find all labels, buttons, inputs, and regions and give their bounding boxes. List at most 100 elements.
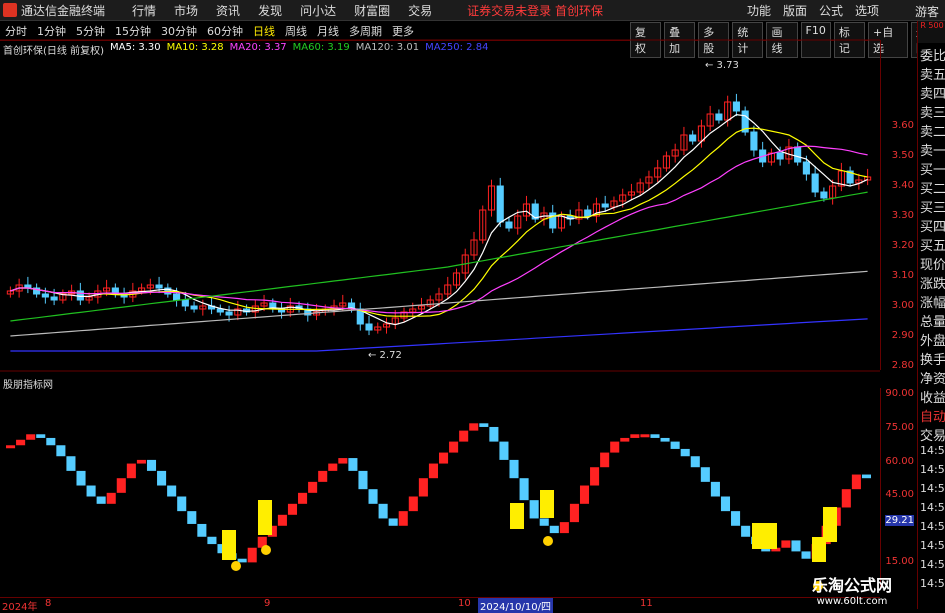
indicator-bar: [126, 463, 136, 479]
indicator-bar: [569, 503, 579, 523]
indicator-bar: [539, 518, 549, 526]
indicator-bar: [46, 437, 56, 446]
price-tick: 3.30: [891, 210, 914, 221]
indicator-bar: [610, 441, 620, 453]
candle-body: [794, 146, 802, 163]
indicator-bar: [177, 496, 187, 512]
indicator-bar: [690, 456, 700, 468]
indicator-bar: [358, 470, 368, 490]
indicator-axis: 90.00 75.00 60.00 45.00 29.21 15.00: [880, 388, 917, 588]
smiley-icon: [231, 561, 241, 571]
candle-body: [505, 221, 513, 229]
indicator-bar: [449, 441, 459, 453]
indicator-bar: [600, 452, 610, 468]
ma250-line: [10, 318, 868, 352]
indicator-bar: [851, 474, 861, 490]
indicator-bar: [277, 514, 287, 526]
indicator-bar: [559, 522, 569, 534]
side-item: 卖三: [920, 106, 945, 121]
ind-tick: 45.00: [885, 489, 914, 500]
kline-chart[interactable]: ← 3.73 ← 2.72: [0, 0, 880, 597]
indicator-bar: [700, 467, 710, 482]
date-axis: 2024年 8 9 10 2024/10/10/四 11: [0, 597, 880, 613]
side-item: 现价: [920, 258, 945, 273]
signal-bar: [258, 500, 272, 535]
indicator-bar: [670, 441, 680, 449]
candle-body: [50, 296, 58, 301]
side-item: 14:56: [920, 501, 945, 514]
candle-body: [549, 212, 557, 229]
date-cursor-label: 2024/10/10/四: [478, 598, 554, 613]
price-axis: 3.60 3.50 3.40 3.30 3.20 3.10 3.00 2.90 …: [880, 40, 917, 371]
indicator-bar: [801, 551, 811, 559]
indicator-bar: [6, 445, 16, 449]
indicator-bar: [509, 459, 519, 479]
candle-body: [689, 134, 697, 142]
date-label: 2024年: [2, 602, 38, 613]
side-item: 委比: [920, 49, 945, 64]
low-annotation: ← 2.72: [368, 350, 402, 361]
side-item: 总量: [920, 315, 945, 330]
indicator-bar: [841, 489, 851, 508]
candle-body: [41, 293, 49, 298]
date-label: 9: [264, 598, 271, 609]
indicator-bar: [590, 467, 600, 486]
ind-current-value: 29.21: [885, 515, 914, 526]
candle-body: [173, 293, 181, 301]
side-item: 买四: [920, 220, 945, 235]
indicator-bar: [519, 478, 529, 501]
indicator-bar: [146, 459, 157, 471]
signal-bar: [540, 490, 554, 518]
indicator-bar: [247, 547, 257, 563]
ind-tick: 15.00: [885, 556, 914, 567]
side-item: 14:56: [920, 558, 945, 571]
candle-body: [750, 131, 758, 151]
watermark-title: 乐淘公式网: [812, 576, 893, 595]
indicator-bar: [16, 439, 26, 446]
indicator-bar: [56, 445, 66, 457]
side-item: 卖二: [920, 125, 945, 140]
indicator-bar: [428, 463, 438, 479]
price-tick: 3.50: [891, 150, 914, 161]
signal-bar: [752, 523, 766, 549]
indicator-bar: [26, 434, 36, 440]
indicator-bar: [298, 492, 308, 504]
indicator-bar: [86, 485, 96, 497]
side-item: 外盘: [920, 334, 945, 349]
r-badge: R 500: [918, 21, 945, 43]
price-tick: 3.60: [891, 120, 914, 131]
signal-bar: [222, 530, 236, 560]
indicator-bar: [781, 540, 791, 548]
side-item: 自动: [920, 410, 945, 425]
price-tick: 3.20: [891, 240, 914, 251]
side-item: 买一: [920, 163, 945, 178]
date-label: 11: [640, 598, 653, 609]
candle-body: [811, 173, 819, 193]
indicator-bar: [116, 478, 126, 493]
candle-body: [715, 113, 723, 121]
indicator-bar: [418, 478, 428, 497]
indicator-bar: [680, 448, 690, 457]
ind-tick: 90.00: [885, 388, 914, 399]
candle-body: [601, 203, 609, 208]
candle-body: [776, 152, 784, 160]
indicator-bar: [398, 511, 408, 526]
candle-body: [365, 323, 373, 331]
indicator-bar: [630, 434, 640, 438]
indicator-bar: [237, 558, 247, 563]
guest-label[interactable]: 游客: [915, 3, 939, 20]
side-item: 涨幅: [920, 296, 945, 311]
indicator-bar: [861, 474, 871, 479]
side-item: 换手: [920, 353, 945, 368]
indicator-bar: [710, 481, 720, 497]
candle-body: [820, 191, 828, 199]
indicator-bar: [96, 496, 106, 504]
indicator-bar: [499, 441, 509, 460]
indicator-bar: [66, 456, 76, 471]
candle-body: [225, 311, 233, 316]
indicator-bar: [348, 458, 358, 471]
candle-body: [190, 305, 198, 310]
indicator-bar: [338, 458, 348, 464]
indicator-bar: [197, 523, 207, 537]
indicator-bar: [378, 503, 388, 519]
